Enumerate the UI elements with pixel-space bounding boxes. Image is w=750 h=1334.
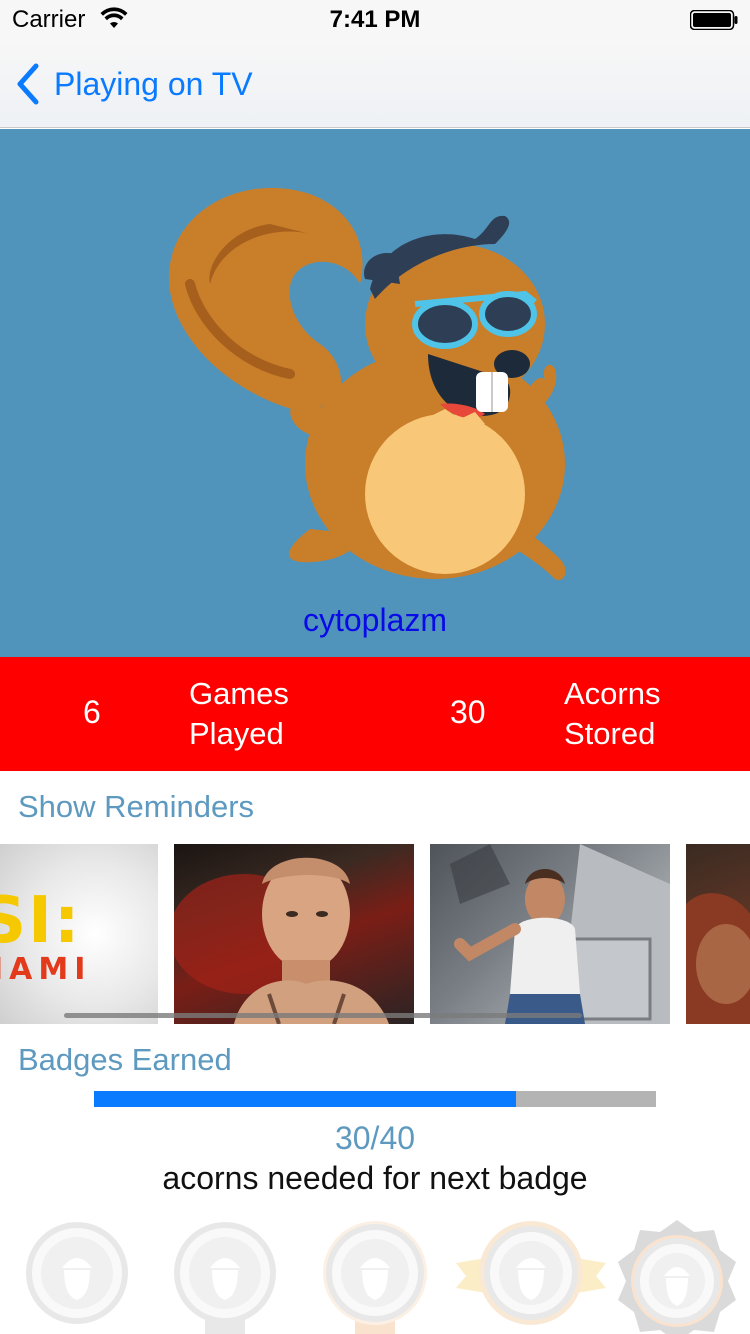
acorns-stored-count: 30 [450, 694, 486, 730]
profile-header: cytoplazm [0, 129, 750, 657]
games-played-label-line1: Games [189, 676, 289, 711]
poster-figure [174, 857, 389, 1024]
badge-progress-bar [94, 1091, 656, 1107]
badges-row [0, 1208, 750, 1334]
status-bar: Carrier 7:41 PM [0, 0, 750, 40]
username: cytoplazm [302, 602, 448, 638]
action-movie-poster-3[interactable] [686, 844, 750, 1024]
poster-logo-top: SI: [0, 884, 82, 958]
chevron-left-icon [17, 63, 39, 105]
carousel-scroll-indicator[interactable] [64, 1013, 582, 1018]
acorn-badge-icon [323, 1221, 427, 1334]
games-played-label: Games Played [189, 674, 339, 754]
squirrel-sunglasses-illustration [168, 187, 566, 580]
back-button-label: Playing on TV [54, 65, 253, 102]
show-reminders-title: Show Reminders [18, 789, 255, 824]
reminders-carousel[interactable]: SI: IAMI [0, 844, 750, 1024]
acorns-stored-label: Acorns Stored [564, 674, 714, 754]
games-played-label-line2: Played [189, 716, 284, 751]
action-movie-poster-2[interactable] [430, 844, 670, 1024]
poster-logo-bottom: IAMI [0, 952, 92, 987]
acorn-badge-icon [26, 1222, 128, 1324]
back-button[interactable]: Playing on TV [14, 60, 253, 108]
poster-figure [686, 893, 750, 1024]
battery-full-icon [690, 10, 738, 30]
acorns-stored-label-line1: Acorns [564, 676, 661, 711]
acorns-stored-label-line2: Stored [564, 716, 656, 751]
badge-progress-count: 30/40 [334, 1120, 416, 1156]
acorn-badge-icon [174, 1222, 276, 1334]
stats-bar: 6 Games Played 30 Acorns Stored [0, 657, 750, 771]
navigation-bar: Playing on TV [0, 40, 750, 128]
badges-earned-title: Badges Earned [18, 1042, 232, 1077]
profile-screen: Carrier 7:41 PM Playing on TV cytoplazm … [0, 0, 750, 1334]
acorn-badge-icon [456, 1221, 606, 1325]
action-movie-poster-1[interactable] [174, 844, 414, 1024]
games-played-count: 6 [83, 694, 101, 730]
badge-progress-note: acorns needed for next badge [162, 1160, 588, 1196]
csi-miami-poster[interactable]: SI: IAMI [0, 844, 158, 1024]
acorn-badge-icon [618, 1220, 736, 1334]
poster-figure [430, 844, 670, 1024]
badge-progress-fill [94, 1091, 516, 1107]
clock: 7:41 PM [329, 6, 421, 33]
